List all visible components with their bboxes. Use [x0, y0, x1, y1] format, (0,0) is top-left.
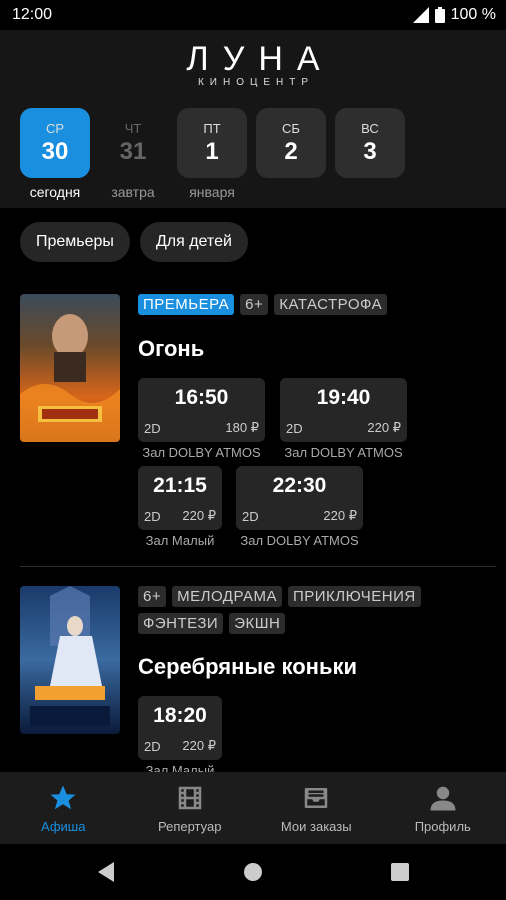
- tag-genre: МЕЛОДРАМА: [172, 586, 282, 607]
- date-item-1: ЧТ 31 завтра: [98, 108, 168, 201]
- date-weekday: ПТ: [203, 120, 221, 136]
- date-box[interactable]: СР 30: [20, 108, 90, 178]
- date-caption: завтра: [111, 184, 155, 200]
- session-button[interactable]: 22:30 2D 220 ₽: [236, 466, 363, 530]
- header: ЛУНА КИНОЦЕНТР СР 30 сегодня ЧТ 31 завтр…: [0, 30, 506, 208]
- session-button[interactable]: 16:50 2D 180 ₽: [138, 378, 265, 442]
- home-icon[interactable]: [243, 862, 263, 882]
- session-price: 220 ₽: [323, 508, 357, 523]
- nav-item-repertoire[interactable]: Репертуар: [127, 772, 254, 844]
- battery-level: 100 %: [450, 6, 496, 23]
- status-time: 12:00: [12, 6, 53, 23]
- session-button[interactable]: 21:15 2D 220 ₽: [138, 466, 222, 530]
- nav-label: Профиль: [414, 818, 471, 834]
- session-price: 180 ₽: [225, 420, 259, 435]
- tray-icon: [305, 787, 328, 808]
- session-slot[interactable]: 19:40 2D 220 ₽ Зал DOLBY ATMOS: [280, 378, 407, 460]
- bottom-navigation: Афиша Репертуар Мои заказы Профиль: [0, 772, 506, 844]
- session-price: 220 ₽: [367, 420, 401, 435]
- date-item-0[interactable]: СР 30 сегодня: [20, 108, 90, 200]
- session-format: 2D: [144, 421, 161, 436]
- date-number: 1: [205, 137, 219, 165]
- movie-title[interactable]: Серебряные коньки: [138, 654, 357, 680]
- logo-title: ЛУНА: [186, 40, 334, 78]
- nav-item-afisha[interactable]: Афиша: [0, 772, 127, 844]
- film-icon: [178, 786, 201, 809]
- session-slot[interactable]: 16:50 2D 180 ₽ Зал DOLBY ATMOS: [138, 378, 265, 460]
- poster-image: [20, 586, 120, 734]
- date-weekday: ВС: [361, 120, 379, 136]
- tag-genre: ФЭНТЕЗИ: [138, 613, 224, 634]
- date-box[interactable]: СБ 2: [256, 108, 326, 178]
- tag-age: 6+: [138, 586, 167, 607]
- date-item-4[interactable]: ВС 3: [335, 108, 405, 184]
- nav-label: Репертуар: [158, 818, 222, 834]
- session-hall: Зал Малый: [145, 533, 215, 548]
- movie-tags: ПРЕМЬЕРА 6+ КАТАСТРОФА: [138, 294, 458, 315]
- session-time: 16:50: [174, 386, 229, 409]
- filter-chip-kids[interactable]: Для детей: [139, 222, 248, 262]
- date-number: 2: [284, 137, 298, 165]
- movie-title[interactable]: Огонь: [138, 336, 204, 362]
- date-item-3[interactable]: СБ 2: [256, 108, 326, 184]
- session-slot[interactable]: 18:20 2D 220 ₽ Зал Малый: [138, 696, 222, 778]
- recents-icon[interactable]: [390, 862, 410, 882]
- session-slot[interactable]: 21:15 2D 220 ₽ Зал Малый: [138, 466, 222, 548]
- cinema-logo: ЛУНА КИНОЦЕНТР: [0, 40, 506, 88]
- date-box[interactable]: ВС 3: [335, 108, 405, 178]
- status-bar: 12:00 100 %: [0, 0, 506, 30]
- session-time: 18:20: [153, 704, 207, 727]
- session-time: 22:30: [272, 474, 327, 497]
- back-icon[interactable]: [96, 862, 116, 882]
- session-hall: Зал DOLBY ATMOS: [240, 533, 359, 548]
- nav-label: Мои заказы: [280, 818, 352, 834]
- date-caption: сегодня: [29, 184, 81, 200]
- session-hall: Зал DOLBY ATMOS: [142, 445, 261, 460]
- tag-premiere: ПРЕМЬЕРА: [138, 294, 235, 315]
- date-box: ЧТ 31: [98, 108, 168, 178]
- system-navigation-bar: [0, 844, 506, 900]
- tag-age: 6+: [240, 294, 269, 315]
- date-number: 30: [41, 137, 69, 165]
- movie-poster[interactable]: [20, 294, 120, 442]
- nav-label: Афиша: [41, 818, 86, 834]
- nav-item-orders[interactable]: Мои заказы: [253, 772, 380, 844]
- date-caption: января: [189, 184, 235, 200]
- poster-image: [20, 294, 120, 442]
- person-icon: [430, 786, 456, 810]
- date-weekday: СР: [45, 120, 65, 136]
- date-number: 3: [363, 137, 377, 165]
- session-format: 2D: [242, 509, 259, 524]
- status-icons: 100 %: [412, 6, 496, 24]
- battery-icon: [434, 7, 445, 23]
- session-button[interactable]: 18:20 2D 220 ₽: [138, 696, 222, 760]
- session-slot[interactable]: 22:30 2D 220 ₽ Зал DOLBY ATMOS: [236, 466, 363, 548]
- session-button[interactable]: 19:40 2D 220 ₽: [280, 378, 407, 442]
- filter-chips: Премьеры Для детей: [20, 222, 248, 262]
- tag-genre: ЭКШН: [229, 613, 286, 634]
- session-time: 21:15: [153, 474, 207, 497]
- session-format: 2D: [144, 739, 161, 754]
- movie-divider: [20, 566, 496, 567]
- logo-subtitle: КИНОЦЕНТР: [197, 77, 315, 88]
- date-box[interactable]: ПТ 1: [177, 108, 247, 178]
- star-icon: [50, 785, 76, 809]
- tag-genre: ПРИКЛЮЧЕНИЯ: [287, 586, 421, 607]
- session-price: 220 ₽: [182, 508, 216, 523]
- movie-tags: 6+ МЕЛОДРАМА ПРИКЛЮЧЕНИЯ ФЭНТЕЗИ ЭКШН: [138, 586, 458, 634]
- movie-poster[interactable]: [20, 586, 120, 734]
- date-number: 31: [119, 137, 147, 165]
- nav-item-profile[interactable]: Профиль: [380, 772, 506, 844]
- date-item-2[interactable]: ПТ 1 января: [177, 108, 247, 200]
- session-time: 19:40: [316, 386, 371, 409]
- filter-chip-premieres[interactable]: Премьеры: [20, 222, 130, 262]
- tag-genre: КАТАСТРОФА: [274, 294, 388, 315]
- date-weekday: СБ: [282, 120, 300, 136]
- session-hall: Зал DOLBY ATMOS: [284, 445, 403, 460]
- signal-icon: [412, 7, 429, 23]
- date-weekday: ЧТ: [124, 120, 142, 136]
- session-format: 2D: [286, 421, 303, 436]
- session-format: 2D: [144, 509, 161, 524]
- session-price: 220 ₽: [182, 738, 216, 753]
